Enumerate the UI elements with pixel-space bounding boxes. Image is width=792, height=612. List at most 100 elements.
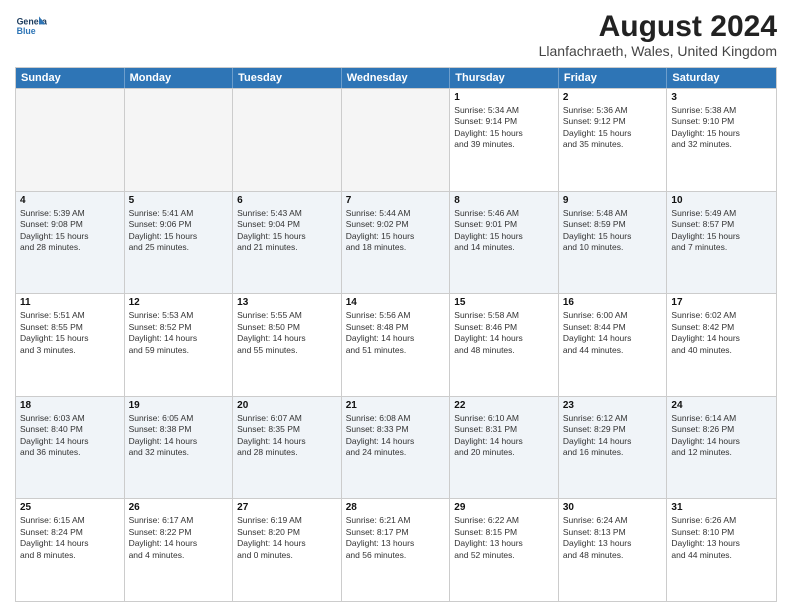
day-info: Sunrise: 6:17 AM Sunset: 8:22 PM Dayligh… bbox=[129, 515, 229, 561]
day-cell-3: 3 Sunrise: 5:38 AM Sunset: 9:10 PM Daylig… bbox=[667, 89, 776, 191]
day-info: Sunrise: 5:55 AM Sunset: 8:50 PM Dayligh… bbox=[237, 310, 337, 356]
day-info: Sunrise: 6:15 AM Sunset: 8:24 PM Dayligh… bbox=[20, 515, 120, 561]
day-cell-19: 19Sunrise: 6:05 AM Sunset: 8:38 PM Dayli… bbox=[125, 397, 234, 499]
day-info: Sunrise: 6:02 AM Sunset: 8:42 PM Dayligh… bbox=[671, 310, 772, 356]
title-block: August 2024 Llanfachraeth, Wales, United… bbox=[539, 10, 777, 59]
day-number: 1 bbox=[454, 92, 554, 103]
calendar-row-5: 25 Sunrise: 6:15 AM Sunset: 8:24 PM Dayli… bbox=[16, 498, 776, 601]
day-info: Sunrise: 6:08 AM Sunset: 8:33 PM Dayligh… bbox=[346, 413, 446, 459]
main-title: August 2024 bbox=[539, 10, 777, 43]
day-cell-4: 4Sunrise: 5:39 AM Sunset: 9:08 PM Daylig… bbox=[16, 192, 125, 294]
header-cell-monday: Monday bbox=[125, 68, 234, 88]
header-cell-wednesday: Wednesday bbox=[342, 68, 451, 88]
day-number: 3 bbox=[671, 92, 772, 103]
day-info: Sunrise: 6:22 AM Sunset: 8:15 PM Dayligh… bbox=[454, 515, 554, 561]
day-cell-24: 24 Sunrise: 6:14 AM Sunset: 8:26 PM Dayli… bbox=[667, 397, 776, 499]
logo: General Blue bbox=[15, 10, 47, 42]
day-info: Sunrise: 5:46 AM Sunset: 9:01 PM Dayligh… bbox=[454, 208, 554, 254]
empty-cell bbox=[16, 89, 125, 191]
day-cell-10: 10Sunrise: 5:49 AM Sunset: 8:57 PM Dayli… bbox=[667, 192, 776, 294]
day-info: Sunrise: 6:21 AM Sunset: 8:17 PM Dayligh… bbox=[346, 515, 446, 561]
header-cell-saturday: Saturday bbox=[667, 68, 776, 88]
day-cell-9: 9 Sunrise: 5:48 AM Sunset: 8:59 PM Daylig… bbox=[559, 192, 668, 294]
day-cell-28: 28 Sunrise: 6:21 AM Sunset: 8:17 PM Dayli… bbox=[342, 499, 451, 601]
day-cell-16: 16Sunrise: 6:00 AM Sunset: 8:44 PM Dayli… bbox=[559, 294, 668, 396]
day-number: 5 bbox=[129, 195, 229, 206]
day-cell-11: 11 Sunrise: 5:51 AM Sunset: 8:55 PM Dayli… bbox=[16, 294, 125, 396]
day-number: 20 bbox=[237, 400, 337, 411]
day-cell-20: 20 Sunrise: 6:07 AM Sunset: 8:35 PM Dayli… bbox=[233, 397, 342, 499]
day-cell-15: 15 Sunrise: 5:58 AM Sunset: 8:46 PM Dayli… bbox=[450, 294, 559, 396]
day-number: 9 bbox=[563, 195, 663, 206]
day-info: Sunrise: 5:49 AM Sunset: 8:57 PM Dayligh… bbox=[671, 208, 772, 254]
day-info: Sunrise: 5:58 AM Sunset: 8:46 PM Dayligh… bbox=[454, 310, 554, 356]
day-number: 8 bbox=[454, 195, 554, 206]
day-info: Sunrise: 5:34 AM Sunset: 9:14 PM Dayligh… bbox=[454, 105, 554, 151]
day-number: 28 bbox=[346, 502, 446, 513]
calendar-header: SundayMondayTuesdayWednesdayThursdayFrid… bbox=[16, 68, 776, 88]
day-number: 31 bbox=[671, 502, 772, 513]
calendar-body: 1 Sunrise: 5:34 AM Sunset: 9:14 PM Daylig… bbox=[16, 88, 776, 601]
day-info: Sunrise: 5:41 AM Sunset: 9:06 PM Dayligh… bbox=[129, 208, 229, 254]
calendar-row-3: 11 Sunrise: 5:51 AM Sunset: 8:55 PM Dayli… bbox=[16, 293, 776, 396]
day-cell-17: 17 Sunrise: 6:02 AM Sunset: 8:42 PM Dayli… bbox=[667, 294, 776, 396]
calendar-row-2: 4Sunrise: 5:39 AM Sunset: 9:08 PM Daylig… bbox=[16, 191, 776, 294]
day-cell-27: 27 Sunrise: 6:19 AM Sunset: 8:20 PM Dayli… bbox=[233, 499, 342, 601]
day-info: Sunrise: 5:38 AM Sunset: 9:10 PM Dayligh… bbox=[671, 105, 772, 151]
empty-cell bbox=[233, 89, 342, 191]
day-number: 18 bbox=[20, 400, 120, 411]
day-number: 30 bbox=[563, 502, 663, 513]
day-info: Sunrise: 6:07 AM Sunset: 8:35 PM Dayligh… bbox=[237, 413, 337, 459]
day-number: 17 bbox=[671, 297, 772, 308]
day-number: 19 bbox=[129, 400, 229, 411]
day-number: 11 bbox=[20, 297, 120, 308]
day-number: 7 bbox=[346, 195, 446, 206]
day-number: 29 bbox=[454, 502, 554, 513]
day-number: 12 bbox=[129, 297, 229, 308]
day-number: 6 bbox=[237, 195, 337, 206]
day-cell-12: 12 Sunrise: 5:53 AM Sunset: 8:52 PM Dayli… bbox=[125, 294, 234, 396]
day-number: 21 bbox=[346, 400, 446, 411]
day-cell-21: 21 Sunrise: 6:08 AM Sunset: 8:33 PM Dayli… bbox=[342, 397, 451, 499]
day-info: Sunrise: 6:12 AM Sunset: 8:29 PM Dayligh… bbox=[563, 413, 663, 459]
day-cell-22: 22 Sunrise: 6:10 AM Sunset: 8:31 PM Dayli… bbox=[450, 397, 559, 499]
day-cell-23: 23Sunrise: 6:12 AM Sunset: 8:29 PM Dayli… bbox=[559, 397, 668, 499]
day-number: 27 bbox=[237, 502, 337, 513]
day-cell-13: 13Sunrise: 5:55 AM Sunset: 8:50 PM Dayli… bbox=[233, 294, 342, 396]
day-info: Sunrise: 5:48 AM Sunset: 8:59 PM Dayligh… bbox=[563, 208, 663, 254]
day-cell-7: 7 Sunrise: 5:44 AM Sunset: 9:02 PM Daylig… bbox=[342, 192, 451, 294]
svg-text:Blue: Blue bbox=[17, 26, 36, 36]
day-info: Sunrise: 5:43 AM Sunset: 9:04 PM Dayligh… bbox=[237, 208, 337, 254]
day-info: Sunrise: 6:19 AM Sunset: 8:20 PM Dayligh… bbox=[237, 515, 337, 561]
day-cell-14: 14Sunrise: 5:56 AM Sunset: 8:48 PM Dayli… bbox=[342, 294, 451, 396]
header-cell-tuesday: Tuesday bbox=[233, 68, 342, 88]
calendar-row-1: 1 Sunrise: 5:34 AM Sunset: 9:14 PM Daylig… bbox=[16, 88, 776, 191]
page-container: General Blue August 2024 Llanfachraeth, … bbox=[0, 0, 792, 612]
day-cell-2: 2 Sunrise: 5:36 AM Sunset: 9:12 PM Daylig… bbox=[559, 89, 668, 191]
day-cell-18: 18Sunrise: 6:03 AM Sunset: 8:40 PM Dayli… bbox=[16, 397, 125, 499]
day-info: Sunrise: 5:53 AM Sunset: 8:52 PM Dayligh… bbox=[129, 310, 229, 356]
day-info: Sunrise: 6:00 AM Sunset: 8:44 PM Dayligh… bbox=[563, 310, 663, 356]
day-number: 24 bbox=[671, 400, 772, 411]
day-number: 14 bbox=[346, 297, 446, 308]
day-info: Sunrise: 5:39 AM Sunset: 9:08 PM Dayligh… bbox=[20, 208, 120, 254]
day-cell-5: 5 Sunrise: 5:41 AM Sunset: 9:06 PM Daylig… bbox=[125, 192, 234, 294]
day-info: Sunrise: 6:10 AM Sunset: 8:31 PM Dayligh… bbox=[454, 413, 554, 459]
day-info: Sunrise: 5:51 AM Sunset: 8:55 PM Dayligh… bbox=[20, 310, 120, 356]
header-cell-thursday: Thursday bbox=[450, 68, 559, 88]
day-info: Sunrise: 6:24 AM Sunset: 8:13 PM Dayligh… bbox=[563, 515, 663, 561]
day-number: 22 bbox=[454, 400, 554, 411]
calendar: SundayMondayTuesdayWednesdayThursdayFrid… bbox=[15, 67, 777, 602]
day-info: Sunrise: 5:36 AM Sunset: 9:12 PM Dayligh… bbox=[563, 105, 663, 151]
day-info: Sunrise: 5:44 AM Sunset: 9:02 PM Dayligh… bbox=[346, 208, 446, 254]
page-header: General Blue August 2024 Llanfachraeth, … bbox=[15, 10, 777, 59]
header-cell-friday: Friday bbox=[559, 68, 668, 88]
day-info: Sunrise: 6:14 AM Sunset: 8:26 PM Dayligh… bbox=[671, 413, 772, 459]
day-number: 2 bbox=[563, 92, 663, 103]
day-number: 25 bbox=[20, 502, 120, 513]
day-number: 26 bbox=[129, 502, 229, 513]
day-cell-31: 31Sunrise: 6:26 AM Sunset: 8:10 PM Dayli… bbox=[667, 499, 776, 601]
day-number: 15 bbox=[454, 297, 554, 308]
day-cell-1: 1 Sunrise: 5:34 AM Sunset: 9:14 PM Daylig… bbox=[450, 89, 559, 191]
subtitle: Llanfachraeth, Wales, United Kingdom bbox=[539, 43, 777, 59]
